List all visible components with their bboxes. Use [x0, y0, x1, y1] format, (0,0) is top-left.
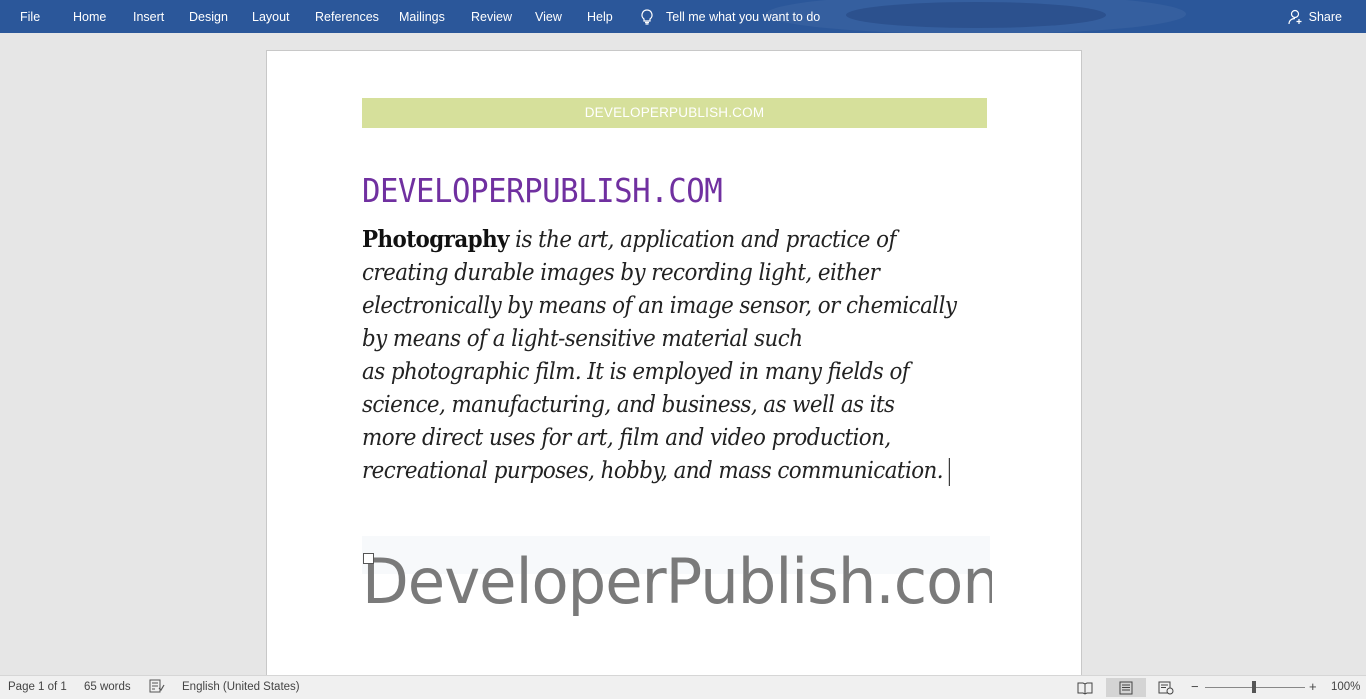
page-count[interactable]: Page 1 of 1	[8, 676, 67, 698]
language[interactable]: English (United States)	[182, 676, 300, 698]
body-line: as photographic film. It is employed in …	[362, 359, 910, 385]
lightbulb-icon	[641, 8, 653, 25]
tab-file[interactable]: File	[20, 0, 40, 33]
ribbon-decoration	[846, 2, 1106, 28]
body-paragraph[interactable]: Photography is the art, application and …	[362, 223, 992, 488]
zoom-in-button[interactable]: +	[1309, 676, 1317, 698]
read-mode-button[interactable]	[1065, 678, 1105, 697]
body-line-text: is the art, application and practice of	[508, 227, 896, 253]
tab-design[interactable]: Design	[189, 0, 228, 33]
zoom-slider-thumb[interactable]	[1252, 681, 1256, 693]
tab-home[interactable]: Home	[73, 0, 106, 33]
tab-layout[interactable]: Layout	[252, 0, 290, 33]
body-line: science, manufacturing, and business, as…	[362, 392, 895, 418]
body-line-text: recreational purposes, hobby, and mass c…	[362, 458, 944, 484]
share-label: Share	[1308, 9, 1342, 24]
footer-text: DeveloperPublish.com	[362, 549, 992, 619]
zoom-out-button[interactable]: −	[1191, 676, 1199, 698]
web-layout-icon	[1158, 681, 1174, 694]
document-title: DEVELOPERPUBLISH.COM	[362, 171, 723, 210]
tab-references[interactable]: References	[315, 0, 379, 33]
web-layout-button[interactable]	[1146, 678, 1186, 697]
body-line: Photography is the art, application and …	[362, 223, 948, 257]
bold-word: Photography	[362, 226, 509, 253]
zoom-level[interactable]: 100%	[1331, 676, 1360, 698]
proofing-icon[interactable]	[149, 679, 165, 695]
ribbon-tab-bar: File Home Insert Design Layout Reference…	[0, 0, 1366, 33]
page-layout-icon	[1119, 681, 1133, 694]
anchor-icon[interactable]	[363, 553, 374, 564]
header-banner: DEVELOPERPUBLISH.COM	[362, 98, 987, 128]
share-button[interactable]: Share	[1288, 0, 1342, 33]
word-count[interactable]: 65 words	[84, 676, 131, 698]
status-bar: Page 1 of 1 65 words English (United Sta…	[0, 675, 1366, 699]
body-line: by means of a light-sensitive material s…	[362, 326, 803, 352]
body-line: electronically by means of an image sens…	[362, 293, 957, 319]
tab-view[interactable]: View	[535, 0, 562, 33]
footer-wordart: DeveloperPublish.com	[362, 549, 992, 618]
body-line-last: recreational purposes, hobby, and mass c…	[362, 455, 950, 488]
tell-me-search[interactable]: Tell me what you want to do	[640, 0, 820, 33]
body-line: creating durable images by recording lig…	[362, 260, 880, 286]
book-icon	[1077, 682, 1093, 695]
print-layout-button[interactable]	[1106, 678, 1146, 697]
person-icon	[1288, 9, 1302, 24]
tab-help[interactable]: Help	[587, 0, 613, 33]
text-cursor	[948, 458, 950, 486]
tell-me-label: Tell me what you want to do	[666, 9, 821, 24]
tab-mailings[interactable]: Mailings	[399, 0, 445, 33]
body-line: more direct uses for art, film and video…	[362, 425, 891, 451]
tab-review[interactable]: Review	[471, 0, 512, 33]
tab-insert[interactable]: Insert	[133, 0, 164, 33]
document-page[interactable]: DEVELOPERPUBLISH.COM DEVELOPERPUBLISH.CO…	[266, 50, 1082, 690]
